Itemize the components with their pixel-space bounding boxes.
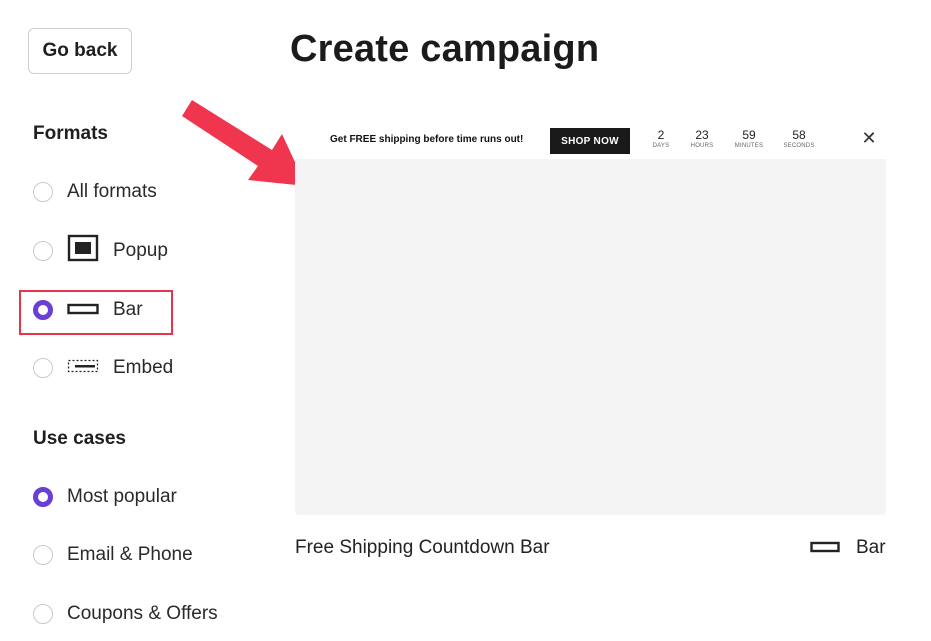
countdown-hours: 23 HOURS xyxy=(677,129,727,150)
close-icon: ✕ xyxy=(861,128,877,148)
countdown-value: 23 xyxy=(695,128,709,142)
use-cases-section-title: Use cases xyxy=(33,428,126,449)
countdown-minutes: 59 MINUTES xyxy=(724,129,774,150)
radio-all-formats[interactable] xyxy=(33,182,53,202)
countdown-unit: HOURS xyxy=(690,143,714,149)
template-title[interactable]: Free Shipping Countdown Bar xyxy=(295,537,550,559)
format-label-bar: Bar xyxy=(113,299,143,320)
page-title: Create campaign xyxy=(290,28,600,70)
popup-icon xyxy=(67,234,99,268)
campaign-preview[interactable]: Get FREE shipping before time runs out! … xyxy=(295,123,886,515)
countdown-unit: SECONDS xyxy=(783,143,815,149)
radio-email-phone[interactable] xyxy=(33,545,53,565)
embed-icon xyxy=(67,357,99,379)
countdown-seconds: 58 SECONDS xyxy=(774,129,824,150)
shop-now-button: SHOP NOW xyxy=(550,128,630,154)
format-label-embed: Embed xyxy=(113,357,174,378)
go-back-button[interactable]: Go back xyxy=(28,28,132,74)
radio-bar[interactable] xyxy=(33,300,53,320)
template-format-badge: Bar xyxy=(810,537,886,559)
use-case-option-most-popular[interactable]: Most popular xyxy=(33,482,177,512)
use-case-option-email-phone[interactable]: Email & Phone xyxy=(33,540,193,570)
bar-message: Get FREE shipping before time runs out! xyxy=(330,134,524,145)
countdown-unit: MINUTES xyxy=(734,143,764,149)
format-option-bar[interactable]: Bar xyxy=(33,295,143,325)
formats-section-title: Formats xyxy=(33,123,108,144)
radio-embed[interactable] xyxy=(33,358,53,378)
countdown-bar-preview: Get FREE shipping before time runs out! … xyxy=(295,123,886,159)
format-label-popup: Popup xyxy=(113,240,168,261)
radio-popup[interactable] xyxy=(33,241,53,261)
bar-icon xyxy=(810,537,840,559)
use-case-label: Most popular xyxy=(67,486,177,507)
use-case-label: Coupons & Offers xyxy=(67,603,218,624)
countdown-value: 58 xyxy=(792,128,806,142)
bar-icon xyxy=(67,299,99,321)
format-option-embed[interactable]: Embed xyxy=(33,353,173,383)
radio-coupons-offers[interactable] xyxy=(33,604,53,624)
format-option-popup[interactable]: Popup xyxy=(33,234,168,268)
template-format-label: Bar xyxy=(856,537,886,558)
format-label-all: All formats xyxy=(67,181,157,202)
format-option-all[interactable]: All formats xyxy=(33,177,157,207)
radio-most-popular[interactable] xyxy=(33,487,53,507)
use-case-label: Email & Phone xyxy=(67,544,193,565)
countdown-value: 59 xyxy=(742,128,756,142)
use-case-option-coupons-offers[interactable]: Coupons & Offers xyxy=(33,599,218,629)
